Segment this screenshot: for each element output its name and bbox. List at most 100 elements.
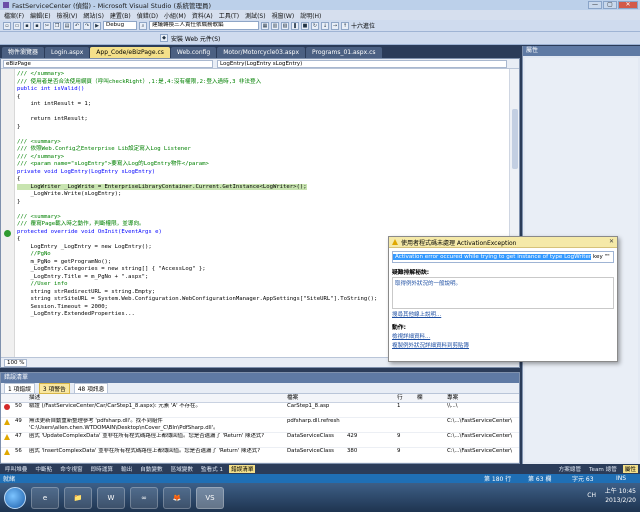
code-line[interactable] [17, 109, 509, 117]
error-row[interactable]: 47 函式 'UpdateComplexData' 並非在所有程式碼路徑上都傳回值… [1, 433, 519, 448]
code-line[interactable]: return intResult; [17, 116, 509, 124]
taskbar-word-icon[interactable]: W [97, 486, 125, 509]
code-line[interactable]: { [17, 94, 509, 102]
col-header-file[interactable]: 檔案 [287, 394, 347, 403]
taskbar-ie-icon[interactable]: e [31, 486, 59, 509]
tab-locals[interactable]: 區域變數 [169, 465, 195, 473]
redo-icon[interactable]: ↷ [83, 21, 91, 30]
code-line[interactable] [17, 131, 509, 139]
minimize-button[interactable]: — [588, 1, 602, 9]
code-line[interactable]: { [17, 176, 509, 184]
code-line[interactable]: int intResult = 1; [17, 101, 509, 109]
start-button[interactable] [4, 486, 26, 509]
taskbar-firefox-icon[interactable]: 🦊 [163, 486, 191, 509]
tab-ebizpage-cs[interactable]: App_Code/eBizPage.cs [90, 47, 170, 58]
taskbar-vs-icon[interactable]: ∞ [130, 486, 158, 509]
new-project-icon[interactable]: ▫ [3, 21, 11, 30]
code-line[interactable]: protected override void OnInit(EventArgs… [17, 229, 509, 237]
col-header-project[interactable]: 專案 [447, 394, 517, 403]
tab-team-explorer[interactable]: Team 總管 [587, 465, 619, 473]
system-clock[interactable]: 上午 10:45 2013/2/20 [605, 487, 636, 505]
menu-file[interactable]: 檔案(F) [4, 11, 24, 20]
editor-gutter[interactable] [1, 69, 15, 357]
copy-details-link[interactable]: 複製例外狀況詳細資料到剪貼簿 [392, 341, 614, 349]
tab-output[interactable]: 輸出 [119, 465, 134, 473]
exception-message-box[interactable]: Activation error occured while trying to… [392, 251, 614, 263]
zoom-level[interactable]: 100 % [4, 358, 28, 367]
tab-object-browser[interactable]: 物件瀏覽器 [2, 47, 45, 58]
tab-autos[interactable]: 自動變數 [138, 465, 164, 473]
menu-window[interactable]: 視窗(W) [272, 11, 295, 20]
code-line[interactable]: /// <param name="sLogEntry">要寫入Log的LogEn… [17, 161, 509, 169]
open-file-icon[interactable]: ▭ [13, 21, 21, 30]
code-line[interactable]: /// </summary> [17, 71, 509, 79]
tab-properties[interactable]: 屬性 [622, 465, 638, 473]
code-line[interactable]: /// <summary> [17, 139, 509, 147]
col-header-icon[interactable] [1, 394, 15, 403]
tab-call-stack[interactable]: 呼叫堆疊 [3, 465, 29, 473]
cut-icon[interactable]: ✂ [43, 21, 51, 30]
code-line[interactable]: /// </summary> [17, 154, 509, 162]
taskbar-explorer-icon[interactable]: 📁 [64, 486, 92, 509]
menu-debug[interactable]: 偵錯(D) [137, 11, 158, 20]
menu-team[interactable]: 小組(M) [164, 11, 186, 20]
save-icon[interactable]: ▪ [23, 21, 31, 30]
col-header-column[interactable]: 欄 [417, 394, 447, 403]
error-row[interactable]: 56 函式 'InsertComplexData' 並非在所有程式碼路徑上都傳回值… [1, 448, 519, 463]
col-header-line[interactable]: 行 [397, 394, 417, 403]
warnings-filter-button[interactable]: 3 項警告 [38, 382, 70, 394]
code-line[interactable]: } [17, 124, 509, 132]
col-header-extra[interactable] [347, 394, 397, 403]
pause-icon[interactable]: ❚ [291, 21, 299, 30]
error-row[interactable]: 49 無法更新自動重新整理參考 'pdfsharp.dll'。找不到組件 'C:\… [1, 418, 519, 433]
search-help-link[interactable]: 搜尋其他線上說明... [392, 310, 614, 318]
toolbox-icon[interactable]: ▧ [281, 21, 289, 30]
view-details-link[interactable]: 檢視詳細資料... [392, 332, 614, 340]
code-line[interactable]: _LogWrite.Write(sLogEntry); [17, 191, 509, 199]
step-over-icon[interactable]: → [331, 21, 339, 30]
tab-web-config[interactable]: Web.config [170, 47, 217, 58]
tab-breakpoints[interactable]: 中斷點 [33, 465, 54, 473]
code-line[interactable]: /// 使用者是否合法使用網頁（呼叫checkRight）,1:是,4:沒有權限… [17, 79, 509, 87]
code-line[interactable]: LogWriter _LogWrite = EnterpriseLibraryC… [17, 183, 509, 192]
restart-icon[interactable]: ↻ [311, 21, 319, 30]
config-combo[interactable]: Debug [103, 21, 137, 30]
step-into-icon[interactable]: ↓ [321, 21, 329, 30]
tab-programs01-aspx-cs[interactable]: Programs_01.aspx.cs [306, 47, 382, 58]
scrollbar-thumb[interactable] [512, 109, 518, 169]
messages-filter-button[interactable]: 48 項訊息 [73, 382, 109, 394]
menu-edit[interactable]: 編輯(E) [30, 11, 50, 20]
copy-icon[interactable]: ❐ [53, 21, 61, 30]
code-line[interactable]: /// <summary> [17, 214, 509, 222]
undo-icon[interactable]: ↶ [73, 21, 81, 30]
code-line[interactable]: public int isValid() [17, 86, 509, 94]
step-out-icon[interactable]: ↑ [341, 21, 349, 30]
save-all-icon[interactable]: ▪ [33, 21, 41, 30]
tab-solution-explorer[interactable]: 方案總管 [557, 465, 583, 473]
code-line[interactable]: /// 依照Web.Config之Enterprise Lib設定寫入Log L… [17, 146, 509, 154]
properties-icon[interactable]: ▥ [271, 21, 279, 30]
tab-error-list[interactable]: 錯誤清單 [229, 465, 256, 473]
menu-tools[interactable]: 工具(T) [219, 11, 239, 20]
error-row[interactable]: 50 驗證 (/FastServiceCenter/Car/CarStep1_8.… [1, 403, 519, 418]
exception-message[interactable]: Activation error occured while trying to… [393, 254, 591, 260]
stop-icon[interactable]: ■ [301, 21, 309, 30]
continue-debug-icon[interactable]: ▶ [93, 21, 101, 30]
maximize-button[interactable]: ▢ [603, 1, 617, 9]
close-icon[interactable]: ✕ [609, 238, 614, 245]
find-combo[interactable]: 建議轉換三人責任依職務歌編 [149, 21, 259, 30]
tip-link[interactable]: 取得例外狀況的一般說明。 [395, 281, 461, 287]
menu-view[interactable]: 檢視(V) [57, 11, 78, 20]
code-line[interactable]: /// 覆寫Page載入時之動作，判斷權限，並導向。 [17, 221, 509, 229]
col-header-description[interactable]: 描述 [29, 394, 287, 403]
tab-login-aspx[interactable]: Login.aspx [45, 47, 90, 58]
close-button[interactable]: ✕ [618, 1, 638, 9]
code-line[interactable]: } [17, 199, 509, 207]
menu-test[interactable]: 測試(S) [245, 11, 266, 20]
type-dropdown[interactable]: eBizPage [3, 60, 213, 68]
col-header-num[interactable] [15, 394, 29, 403]
paste-icon[interactable]: ▤ [63, 21, 71, 30]
web-component-icon[interactable]: ◆ [160, 34, 168, 42]
input-language[interactable]: CH [587, 492, 596, 499]
taskbar-vs-active-icon[interactable]: VS [196, 486, 224, 509]
